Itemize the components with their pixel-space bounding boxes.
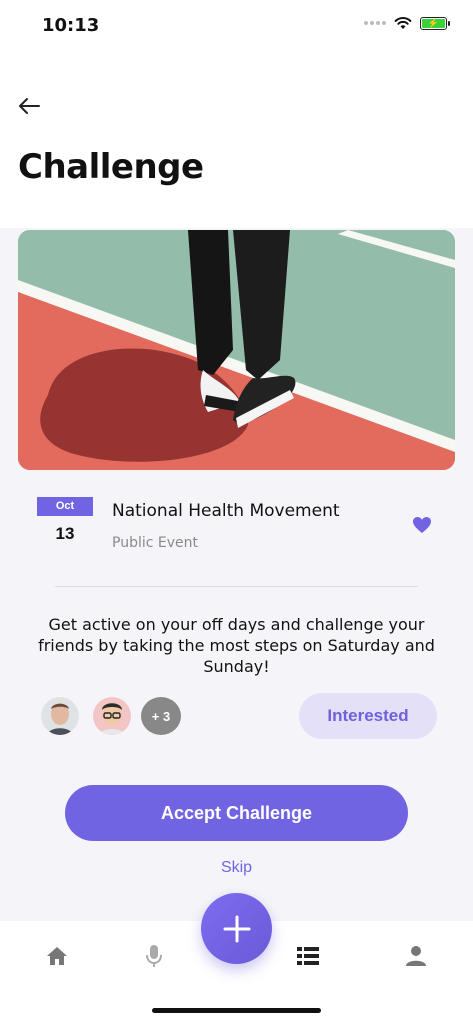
skip-link[interactable]: Skip xyxy=(0,859,473,877)
cellular-signal-icon xyxy=(364,21,386,25)
court-photo xyxy=(18,230,455,470)
create-fab-button[interactable] xyxy=(201,893,272,964)
microphone-icon xyxy=(146,945,162,967)
header: Challenge xyxy=(0,50,473,228)
event-month: Oct xyxy=(37,497,93,516)
status-bar: 10:13 ⚡ xyxy=(0,0,473,50)
back-button[interactable] xyxy=(14,93,44,119)
wifi-icon xyxy=(394,17,412,29)
arrow-left-icon xyxy=(19,98,40,114)
tab-voice[interactable] xyxy=(134,941,174,971)
status-time: 10:13 xyxy=(42,15,100,36)
interested-button[interactable]: Interested xyxy=(299,693,437,739)
list-icon xyxy=(297,947,319,965)
tab-profile[interactable] xyxy=(396,941,436,971)
more-participants-count[interactable]: + 3 xyxy=(141,697,181,735)
plus-icon xyxy=(223,915,250,942)
status-icons: ⚡ xyxy=(364,16,450,30)
event-description: Get active on your off days and challeng… xyxy=(38,615,435,676)
event-day: 13 xyxy=(55,524,75,543)
accept-challenge-button[interactable]: Accept Challenge xyxy=(65,785,408,841)
page-title: Challenge xyxy=(18,147,204,187)
profile-icon xyxy=(406,946,426,966)
favorite-heart-icon[interactable] xyxy=(412,516,432,534)
event-date-badge: Oct 13 xyxy=(37,497,93,544)
home-indicator xyxy=(152,1008,321,1013)
participant-avatar[interactable] xyxy=(93,697,131,735)
charging-bolt-icon: ⚡ xyxy=(422,18,445,28)
event-title: National Health Movement xyxy=(112,501,340,521)
participant-avatar[interactable] xyxy=(41,697,79,735)
tab-home[interactable] xyxy=(37,941,77,971)
home-icon xyxy=(47,947,67,965)
event-type: Public Event xyxy=(112,535,198,551)
divider xyxy=(55,586,418,587)
tab-list[interactable] xyxy=(288,941,328,971)
challenge-hero-image xyxy=(18,230,455,470)
battery-icon: ⚡ xyxy=(420,16,450,30)
